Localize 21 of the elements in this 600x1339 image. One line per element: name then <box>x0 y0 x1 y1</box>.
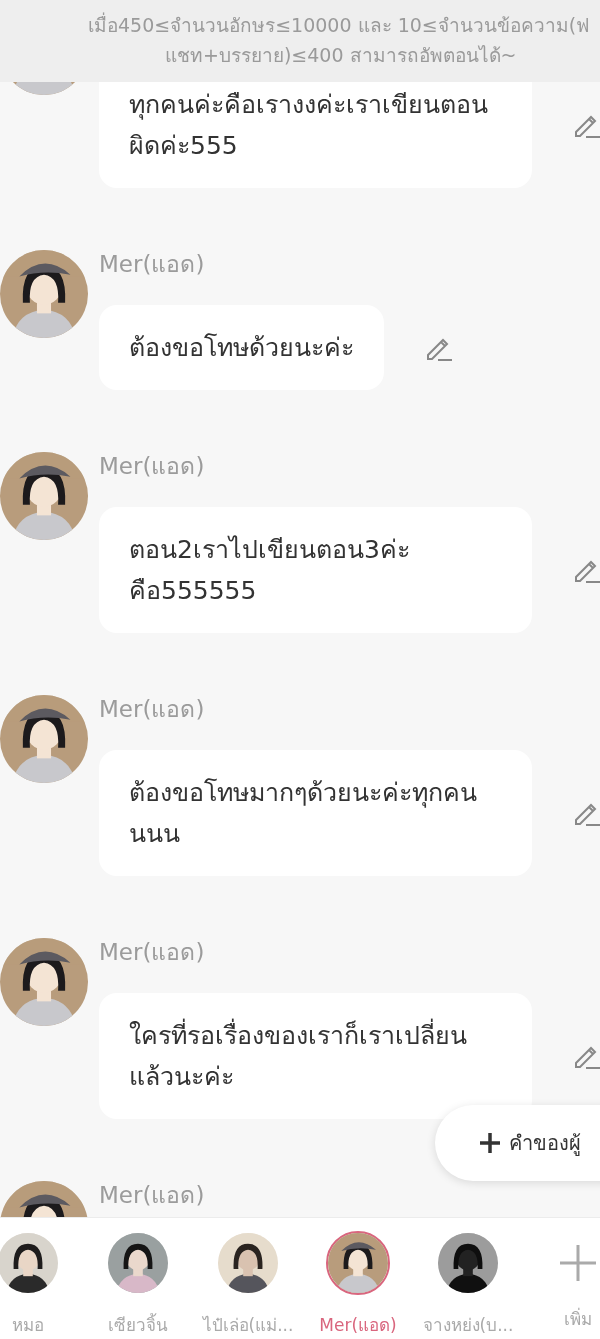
message-bubble: ใครที่รอเรื่องของเราก็เราเปลี่ยนแล้วนะค่ะ <box>99 993 532 1119</box>
sender-name: Mer(แอด) <box>99 1181 205 1209</box>
notice-text: เมื่อ450≤จำนวนอักษร≤10000 และ 10≤จำนวนข้อความ(ฟ <box>88 11 590 38</box>
add-character-button[interactable]: เพิ่ม <box>523 1231 600 1339</box>
message-bubble: ต้องขอโทษด้วยนะค่ะ <box>99 305 384 390</box>
character-tab[interactable]: Mer(แอด) <box>303 1231 413 1339</box>
message-bubble: ตอน2เราไปเขียนตอน3ค่ะคือ555555 <box>99 507 532 633</box>
sender-name: Mer(แอด) <box>99 695 205 723</box>
character-tab[interactable]: ไป๋เล่อ(แม่... <box>193 1231 303 1339</box>
plus-icon <box>558 1243 598 1283</box>
message-bubble: ต้องขอโทษมากๆด้วยนะค่ะทุกคนนนน <box>99 750 532 876</box>
sender-name: Mer(แอด) <box>99 452 205 480</box>
sender-name: Mer(แอด) <box>99 250 205 278</box>
character-tab[interactable]: หมอ <box>0 1231 83 1339</box>
character-tab[interactable]: จางหย่ง(บ... <box>413 1231 523 1339</box>
character-tab[interactable]: เซียวจิ้น <box>83 1231 193 1339</box>
add-word-button[interactable]: คำของผู้ <box>435 1105 600 1181</box>
notice-text: แชท+บรรยาย)≤400 สามารถอัพตอนได้~ <box>165 43 517 68</box>
plus-icon <box>479 1132 501 1154</box>
message-bubble: ทุกคนค่ะคือเรางงค่ะเราเขียนตอนผิดค่ะ555 <box>99 82 532 188</box>
sender-name: Mer(แอด) <box>99 938 205 966</box>
